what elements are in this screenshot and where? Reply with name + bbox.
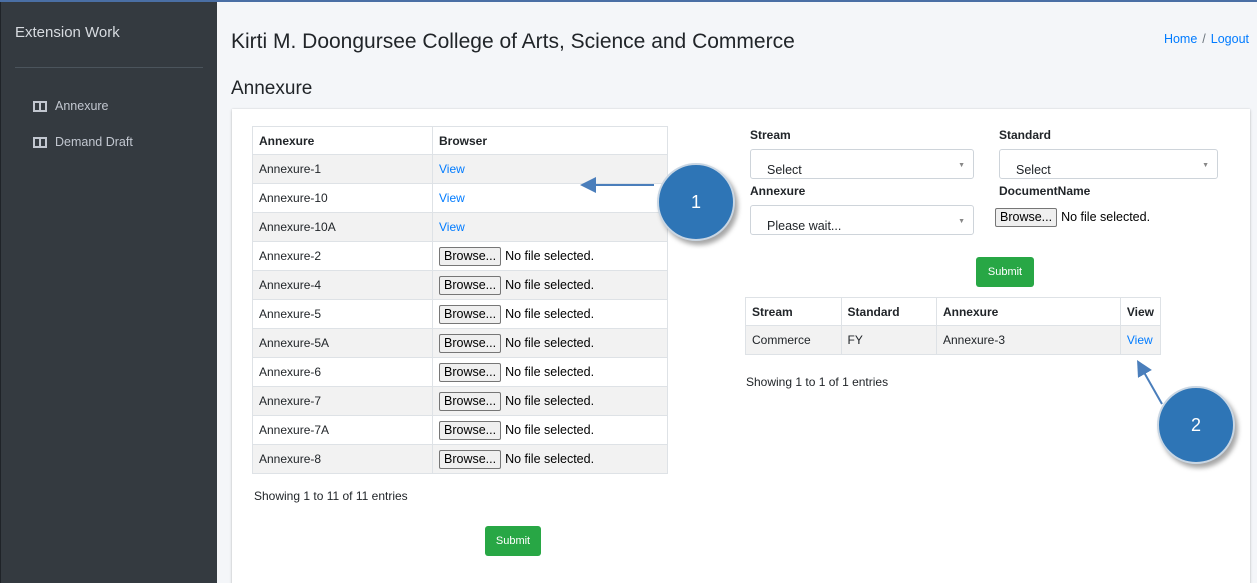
callout-badge: 2 (1157, 386, 1235, 464)
arrow-line (1137, 360, 1163, 405)
annotation-arrows (580, 177, 1163, 405)
callout-badge: 1 (657, 163, 735, 241)
